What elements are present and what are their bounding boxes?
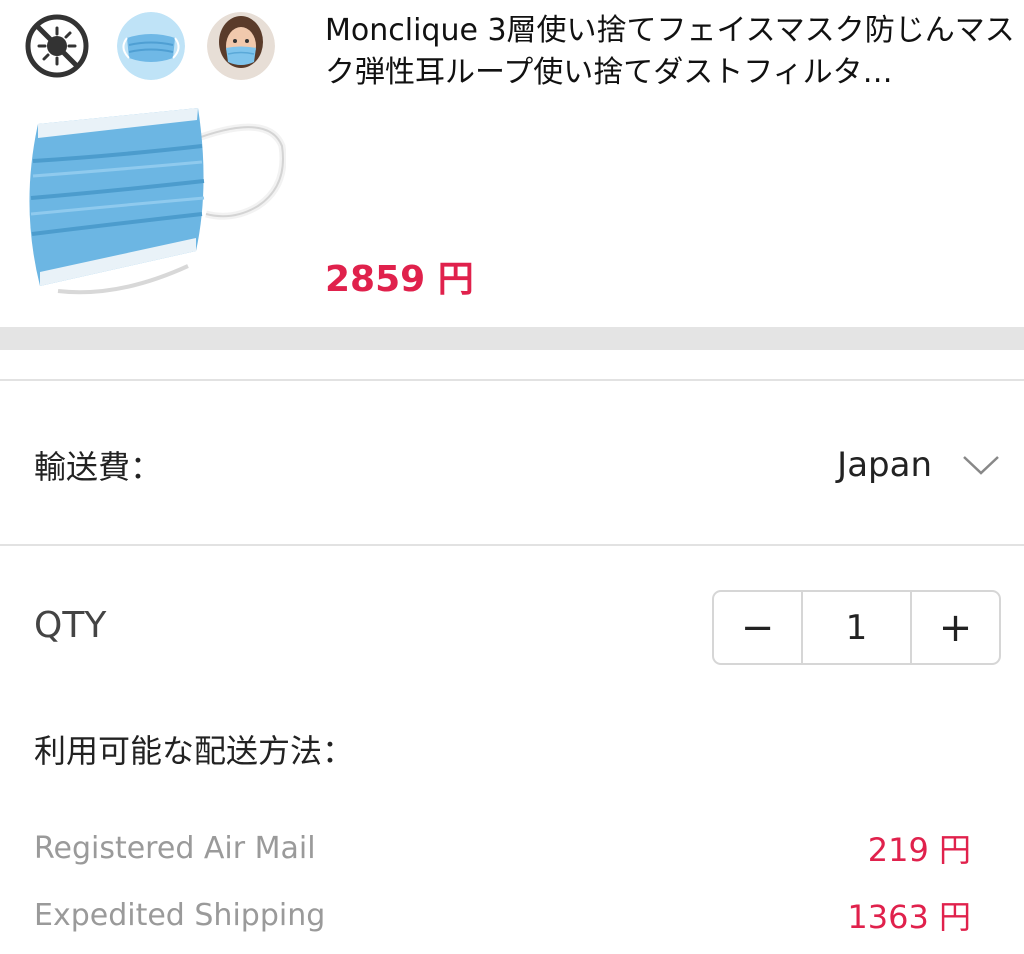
- product-title[interactable]: Monclique 3層使い捨てフェイスマスク防じんマスク弾性耳ループ使い捨てダ…: [325, 10, 1015, 94]
- no-virus-icon[interactable]: [23, 12, 91, 80]
- delivery-method-name: Registered Air Mail: [34, 830, 316, 866]
- delivery-method-name: Expedited Shipping: [34, 897, 326, 933]
- product-price: 2859 円: [325, 259, 474, 300]
- delivery-method-price: 219 円: [867, 831, 971, 869]
- shipping-label: 輸送費：: [34, 448, 163, 486]
- divider: [0, 544, 1024, 546]
- delivery-method-row[interactable]: Registered Air Mail 219 円: [34, 828, 971, 870]
- delivery-method-row[interactable]: Expedited Shipping 1363 円: [34, 895, 971, 937]
- delivery-methods-label: 利用可能な配送方法：: [34, 732, 355, 770]
- delivery-method-price: 1363 円: [847, 898, 971, 936]
- quantity-stepper[interactable]: − 1 +: [712, 590, 1001, 665]
- decrement-button[interactable]: −: [714, 592, 801, 663]
- quantity-value[interactable]: 1: [801, 592, 912, 663]
- country-selector[interactable]: Japan: [837, 440, 1000, 490]
- product-header: Monclique 3層使い捨てフェイスマスク防じんマスク弾性耳ループ使い捨てダ…: [0, 0, 1024, 327]
- mask-thumbnail[interactable]: [117, 12, 185, 80]
- quantity-label: QTY: [34, 605, 107, 646]
- increment-button[interactable]: +: [912, 592, 999, 663]
- country-value[interactable]: Japan: [837, 445, 932, 485]
- section-separator: [0, 327, 1024, 350]
- product-image[interactable]: [18, 86, 287, 298]
- chevron-down-icon[interactable]: [962, 453, 1000, 477]
- woman-mask-thumbnail[interactable]: [207, 12, 275, 80]
- divider: [0, 379, 1024, 381]
